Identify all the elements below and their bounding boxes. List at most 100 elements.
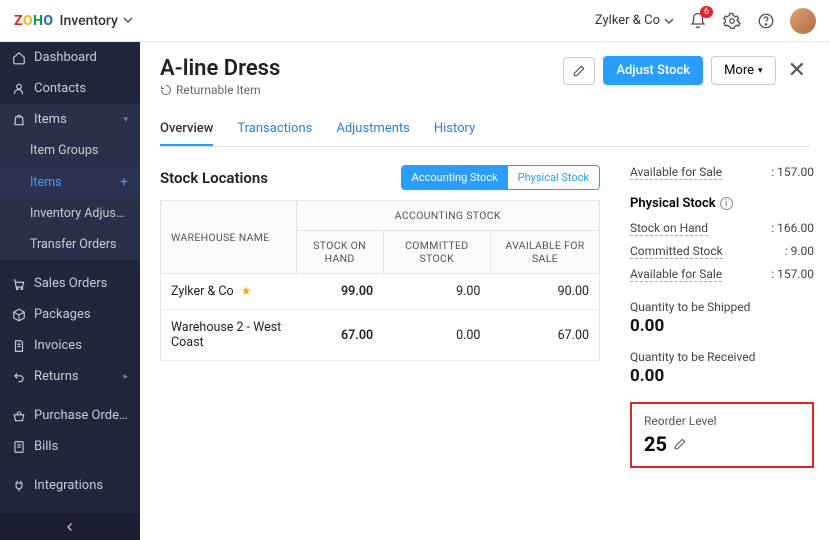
sidebar-item-label: Integrations bbox=[34, 478, 128, 493]
cell-available: 90.00 bbox=[490, 274, 599, 310]
pencil-icon[interactable] bbox=[673, 437, 687, 451]
page-title: A-line Dress bbox=[160, 56, 280, 81]
cart-icon bbox=[12, 277, 26, 291]
sidebar: Dashboard Contacts Items ▾ Item Groups I… bbox=[0, 42, 140, 540]
sidebar-collapse[interactable] bbox=[0, 514, 140, 540]
invoice-icon bbox=[12, 339, 26, 353]
product-label: Inventory bbox=[60, 13, 118, 29]
val-to-receive: 0.00 bbox=[630, 366, 814, 386]
sidebar-item-inventory-adjustments[interactable]: Inventory Adjustments bbox=[0, 198, 140, 229]
sidebar-item-label: Transfer Orders bbox=[30, 237, 128, 252]
sidebar-item-packages[interactable]: Packages bbox=[0, 299, 140, 330]
tab-transactions[interactable]: Transactions bbox=[237, 113, 312, 146]
package-icon bbox=[12, 308, 26, 322]
sidebar-item-item-groups[interactable]: Item Groups bbox=[0, 135, 140, 166]
sidebar-item-sales-orders[interactable]: Sales Orders bbox=[0, 268, 140, 299]
cell-on-hand: 99.00 bbox=[296, 274, 383, 310]
product-name[interactable]: Inventory bbox=[60, 13, 134, 29]
sidebar-item-transfer-orders[interactable]: Transfer Orders bbox=[0, 229, 140, 260]
sidebar-item-label: Returns bbox=[34, 369, 115, 384]
zoho-logo: ZOHO bbox=[14, 13, 54, 29]
table-row[interactable]: Zylker & Co ★ 99.00 9.00 90.00 bbox=[161, 274, 600, 310]
topbar: ZOHO Inventory Zylker & Co 6 bbox=[0, 0, 830, 42]
lbl-available2: Available for Sale bbox=[630, 267, 722, 282]
chevron-right-icon: ▸ bbox=[123, 372, 128, 382]
more-label: More bbox=[724, 63, 754, 78]
sidebar-item-purchase-orders[interactable]: Purchase Orders bbox=[0, 400, 140, 431]
sidebar-item-contacts[interactable]: Contacts bbox=[0, 73, 140, 104]
cell-on-hand: 67.00 bbox=[296, 310, 383, 361]
sidebar-item-label: Bills bbox=[34, 439, 128, 454]
cell-available: 67.00 bbox=[490, 310, 599, 361]
tab-history[interactable]: History bbox=[434, 113, 475, 146]
add-icon[interactable]: + bbox=[120, 174, 128, 190]
edit-button[interactable] bbox=[563, 57, 595, 85]
chevron-down-icon: ▾ bbox=[123, 115, 128, 125]
toggle-physical[interactable]: Physical Stock bbox=[508, 166, 599, 189]
sidebar-item-label: Items bbox=[34, 112, 115, 127]
sidebar-item-items-sub[interactable]: Items + bbox=[0, 166, 140, 198]
lbl-committed: Committed Stock bbox=[630, 244, 723, 259]
returnable-label: Returnable Item bbox=[176, 83, 261, 97]
tab-adjustments[interactable]: Adjustments bbox=[336, 113, 410, 146]
th-available: AVAILABLE FOR SALE bbox=[490, 231, 599, 274]
info-icon[interactable]: i bbox=[720, 197, 733, 210]
plug-icon bbox=[12, 479, 26, 493]
sidebar-item-label: Inventory Adjustments bbox=[30, 206, 128, 221]
th-committed: COMMITTED STOCK bbox=[383, 231, 490, 274]
lbl-reorder: Reorder Level bbox=[644, 414, 800, 428]
sidebar-item-label: Item Groups bbox=[30, 143, 128, 158]
org-name: Zylker & Co bbox=[595, 13, 660, 28]
warehouse-name: Zylker & Co bbox=[171, 284, 234, 299]
lbl-stock-on-hand: Stock on Hand bbox=[630, 221, 708, 236]
more-button[interactable]: More ▾ bbox=[711, 56, 775, 85]
caret-down-icon: ▾ bbox=[758, 66, 763, 76]
lbl-to-receive: Quantity to be Received bbox=[630, 350, 814, 364]
val-reorder: 25 bbox=[644, 432, 667, 456]
sidebar-item-invoices[interactable]: Invoices bbox=[0, 330, 140, 361]
lbl-available-sale: Available for Sale bbox=[630, 165, 722, 180]
toggle-accounting[interactable]: Accounting Stock bbox=[402, 166, 508, 189]
bill-icon bbox=[12, 440, 26, 454]
sidebar-item-returns[interactable]: Returns ▸ bbox=[0, 361, 140, 392]
main-content: A-line Dress Returnable Item Adjust Stoc… bbox=[140, 42, 830, 540]
sidebar-item-integrations[interactable]: Integrations bbox=[0, 470, 140, 501]
cell-committed: 9.00 bbox=[383, 274, 490, 310]
tabs: Overview Transactions Adjustments Histor… bbox=[160, 113, 810, 147]
return-icon bbox=[12, 370, 26, 384]
physical-stock-title: Physical Stock bbox=[630, 196, 716, 211]
val-to-ship: 0.00 bbox=[630, 316, 814, 336]
stock-table: WAREHOUSE NAME ACCOUNTING STOCK STOCK ON… bbox=[160, 200, 600, 361]
reorder-level-box: Reorder Level 25 bbox=[630, 402, 814, 468]
table-row[interactable]: Warehouse 2 - West Coast 67.00 0.00 67.0… bbox=[161, 310, 600, 361]
star-icon: ★ bbox=[241, 284, 252, 298]
help-icon[interactable] bbox=[756, 11, 776, 31]
adjust-stock-button[interactable]: Adjust Stock bbox=[603, 56, 703, 85]
sidebar-item-label: Packages bbox=[34, 307, 128, 322]
avatar[interactable] bbox=[790, 8, 816, 34]
sidebar-item-bills[interactable]: Bills bbox=[0, 431, 140, 462]
warehouse-name: Warehouse 2 - West Coast bbox=[161, 310, 297, 361]
notif-badge: 6 bbox=[700, 6, 713, 18]
side-summary: Available for Sale : 157.00 Physical Sto… bbox=[620, 147, 830, 540]
basket-icon bbox=[12, 409, 26, 423]
close-icon[interactable]: ✕ bbox=[784, 58, 810, 83]
home-icon bbox=[12, 51, 26, 65]
val-available2: : 157.00 bbox=[771, 267, 814, 282]
sidebar-item-dashboard[interactable]: Dashboard bbox=[0, 42, 140, 73]
sidebar-item-label: Items bbox=[30, 175, 112, 190]
sidebar-item-label: Contacts bbox=[34, 81, 128, 96]
settings-icon[interactable] bbox=[722, 11, 742, 31]
notifications-icon[interactable]: 6 bbox=[688, 11, 708, 31]
org-switcher[interactable]: Zylker & Co bbox=[595, 13, 674, 28]
sidebar-item-label: Dashboard bbox=[34, 50, 128, 65]
val-committed: : 9.00 bbox=[785, 244, 814, 259]
val-available-sale: : 157.00 bbox=[771, 165, 814, 180]
th-warehouse: WAREHOUSE NAME bbox=[161, 201, 297, 274]
th-on-hand: STOCK ON HAND bbox=[296, 231, 383, 274]
cell-committed: 0.00 bbox=[383, 310, 490, 361]
returnable-badge: Returnable Item bbox=[160, 83, 280, 97]
sidebar-item-items[interactable]: Items ▾ bbox=[0, 104, 140, 135]
th-group: ACCOUNTING STOCK bbox=[296, 201, 599, 231]
tab-overview[interactable]: Overview bbox=[160, 113, 213, 146]
